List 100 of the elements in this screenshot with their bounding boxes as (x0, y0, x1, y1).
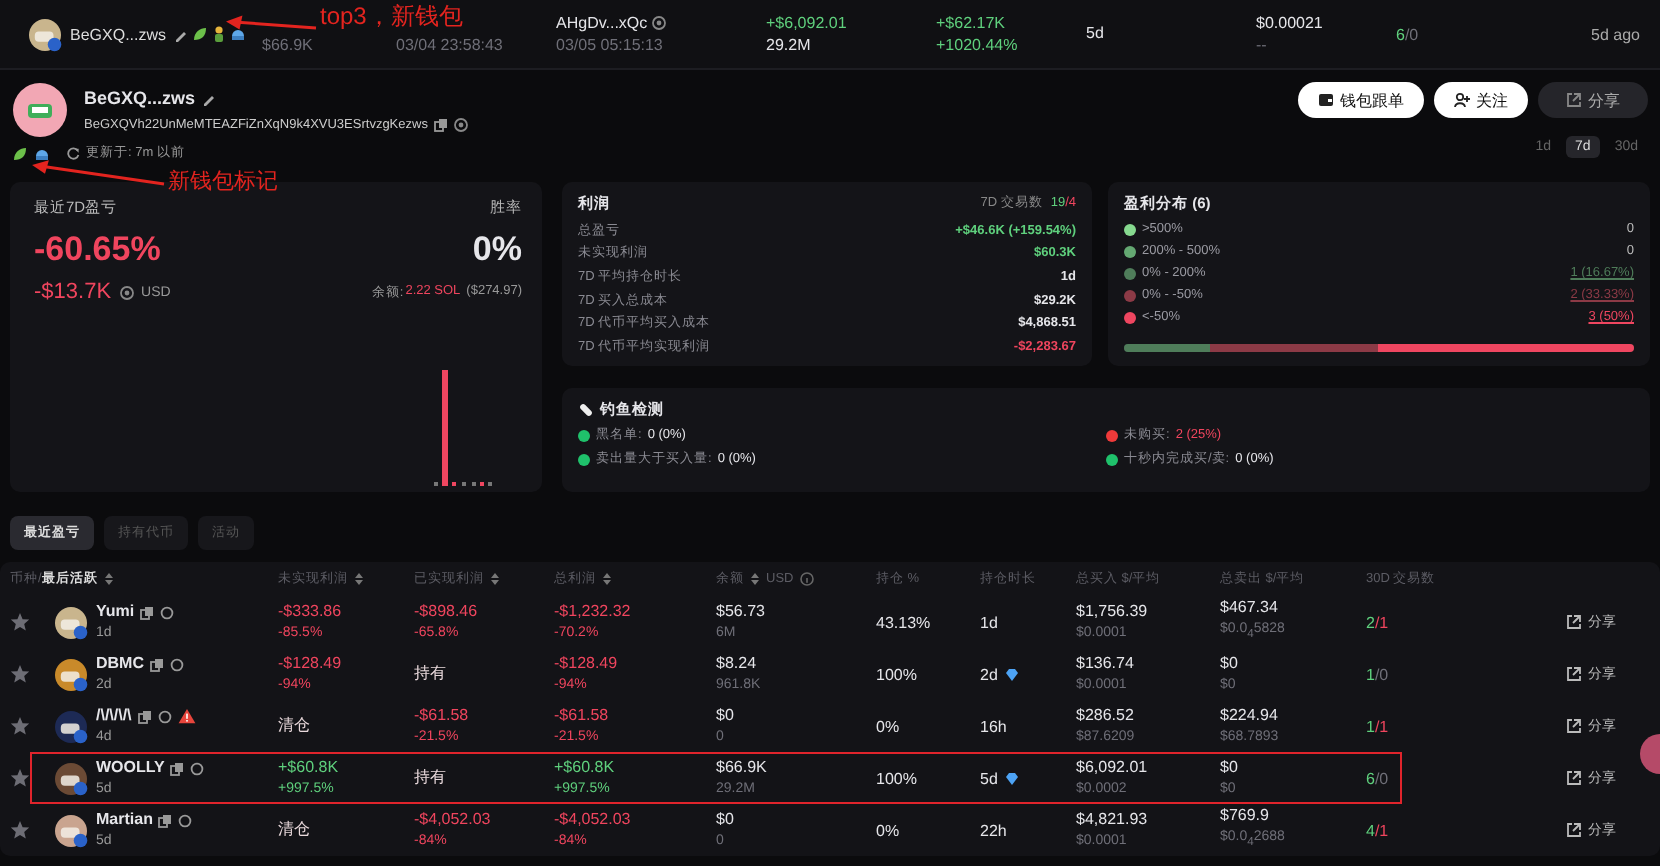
value-text: $4,821.93 (1076, 812, 1148, 828)
value-text: $286.52 (1076, 708, 1134, 724)
value-text: $467.34 (1220, 600, 1278, 617)
avatar-icon (54, 761, 88, 795)
share-icon (1566, 92, 1582, 108)
sort-icon[interactable] (490, 572, 500, 586)
copy-icon[interactable] (433, 118, 448, 132)
value-text: -$128.49 (554, 656, 618, 672)
share-button[interactable]: 分享 (1538, 82, 1648, 118)
leaf-icon (192, 26, 209, 42)
cell-text: -- (1256, 37, 1267, 53)
buy-count: 1 (1366, 665, 1375, 683)
value-text: $0 (1220, 760, 1238, 776)
user-plus-icon (1454, 92, 1470, 108)
cell-text: $0.00021 (1256, 15, 1323, 31)
last-active-text: 5d ago (1591, 25, 1640, 43)
value-text: -$61.58 (414, 708, 469, 724)
dome-icon (230, 26, 247, 42)
cell-text: 03/04 23:58:43 (396, 38, 503, 54)
pencil-icon (201, 91, 216, 105)
capsule-icon (578, 402, 594, 418)
status-text: 清仓 (278, 718, 310, 734)
avatar-icon (12, 82, 68, 138)
value-text: -$1,232.32 (554, 604, 631, 620)
hold-duration: 1d (980, 613, 998, 631)
share-icon (1566, 770, 1582, 786)
refresh-icon (66, 146, 80, 160)
sell-count: /1 (1374, 821, 1389, 839)
copy-icon[interactable] (158, 813, 173, 827)
star-icon[interactable] (10, 664, 30, 684)
copy-icon[interactable] (140, 605, 155, 619)
sort-icon[interactable] (750, 572, 760, 586)
follow-button[interactable]: 关注 (1434, 82, 1528, 118)
coin-icon (453, 118, 468, 132)
pnl-amount: -$13.7K (34, 280, 112, 304)
value-text: -$898.46 (414, 604, 478, 620)
star-icon[interactable] (10, 716, 30, 736)
token-name[interactable]: Yumi (96, 604, 135, 620)
value-text: $224.94 (1220, 708, 1278, 724)
wallet-name[interactable]: BeGXQ...zws (70, 25, 167, 43)
avatar-icon (54, 709, 88, 743)
search-icon[interactable] (160, 605, 175, 619)
sort-icon[interactable] (602, 572, 612, 586)
star-icon[interactable] (10, 820, 30, 840)
status-text: 持有 (414, 666, 446, 682)
value-text: $0 (716, 812, 734, 828)
cell-text: 29.2M (766, 37, 811, 53)
value-text: -$128.49 (278, 656, 342, 672)
hold-duration: 16h (980, 717, 1007, 735)
hold-percent: 0% (876, 717, 900, 735)
annotation-text: top3，新钱包 (320, 4, 463, 28)
buy-count: 2 (1366, 613, 1375, 631)
value-text: $1,756.39 (1076, 604, 1148, 620)
hold-percent: 100% (876, 769, 917, 787)
hold-duration: 5d (980, 769, 998, 787)
hold-duration: 22h (980, 821, 1007, 839)
sell-count: /1 (1374, 717, 1389, 735)
token-name[interactable]: DBMC (96, 656, 144, 672)
copy-icon[interactable] (170, 761, 185, 775)
figure-icon (212, 26, 227, 42)
share-icon (1566, 718, 1582, 734)
value-text: $0 (1220, 656, 1238, 672)
hold-percent: 0% (876, 821, 900, 839)
wallet-icon (1318, 92, 1334, 108)
sell-count: /0 (1404, 25, 1419, 43)
search-icon[interactable] (178, 813, 193, 827)
info-icon (799, 572, 814, 586)
cell-text: +1020.44% (936, 37, 1018, 53)
sort-icon[interactable] (354, 572, 364, 586)
star-icon[interactable] (10, 768, 30, 788)
annotation-text: 新钱包标记 (168, 172, 278, 194)
search-icon[interactable] (157, 709, 172, 723)
cell-text: +$62.17K (936, 15, 1005, 31)
avatar-icon (54, 657, 88, 691)
value-text: $66.9K (716, 760, 767, 776)
hold-percent: 43.13% (876, 613, 931, 631)
buy-count: 4 (1366, 821, 1375, 839)
coin-icon (651, 16, 666, 30)
share-icon (1566, 822, 1582, 838)
token-name[interactable]: /\/\/\/\ (96, 708, 132, 724)
wallet-name: BeGXQ...zws (84, 88, 196, 108)
cell-text: 03/05 05:15:13 (556, 37, 663, 53)
token-name[interactable]: Martian (96, 812, 153, 828)
token-name[interactable]: WOOLLY (96, 760, 165, 776)
share-icon (1566, 666, 1582, 682)
copytrade-button[interactable]: 钱包跟单 (1298, 82, 1424, 118)
search-icon[interactable] (170, 657, 184, 671)
avatar-icon (28, 17, 62, 51)
cell-text: +$6,092.01 (766, 15, 847, 31)
avatar-icon (54, 813, 88, 847)
value-text: -$4,052.03 (414, 812, 491, 828)
search-icon[interactable] (190, 761, 205, 775)
sell-count: /0 (1374, 769, 1389, 787)
sell-count: /0 (1374, 665, 1389, 683)
star-icon[interactable] (10, 612, 30, 632)
pnl-percent: -60.65% (34, 230, 161, 270)
copy-icon[interactable] (137, 709, 152, 723)
sort-icon[interactable] (103, 572, 114, 586)
copy-icon[interactable] (150, 657, 164, 671)
cell-text: 5d (1086, 26, 1104, 42)
